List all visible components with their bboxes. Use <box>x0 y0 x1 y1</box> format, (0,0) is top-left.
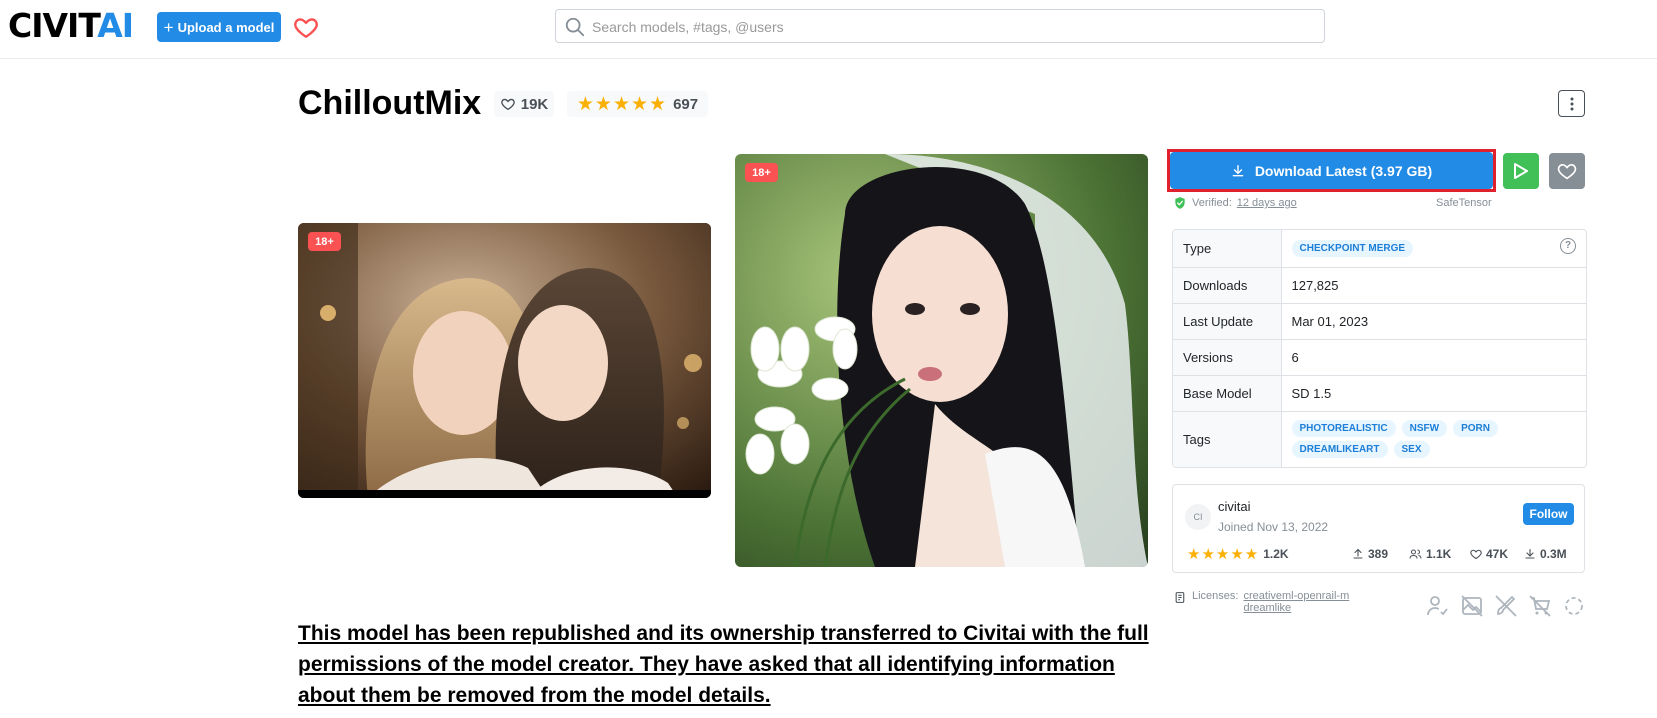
run-model-button[interactable] <box>1503 153 1539 189</box>
brush-off-icon[interactable] <box>1494 594 1518 618</box>
creator-rating-count: 1.2K <box>1263 547 1289 561</box>
creator-downloads-count: 0.3M <box>1540 547 1567 561</box>
users-icon <box>1409 548 1422 560</box>
logo-text-left: CIVIT <box>8 6 98 45</box>
details-value: CHECKPOINT MERGE ? <box>1281 230 1586 268</box>
license-link[interactable]: dreamlike <box>1243 602 1291 614</box>
licenses-label: Licenses: <box>1192 590 1239 602</box>
favorite-button[interactable] <box>1549 153 1585 189</box>
creator-downloads: 0.3M <box>1524 547 1567 561</box>
details-label: Type <box>1173 230 1282 268</box>
dots-vertical-icon <box>1570 97 1574 111</box>
model-details-table: Type CHECKPOINT MERGE ? Downloads 127,82… <box>1172 229 1587 468</box>
verified-label: Verified: <box>1192 197 1232 209</box>
download-icon <box>1524 548 1536 560</box>
creator-uploads: 389 <box>1352 547 1388 561</box>
heart-icon[interactable] <box>292 14 320 40</box>
details-value: SD 1.5 <box>1281 375 1586 412</box>
details-value: Mar 01, 2023 <box>1281 303 1586 340</box>
creator-uploads-count: 389 <box>1368 547 1389 561</box>
details-label: Base Model <box>1173 375 1282 412</box>
nsfw-badge: 18+ <box>308 232 341 251</box>
upload-model-label: Upload a model <box>177 19 275 35</box>
nsfw-badge: 18+ <box>745 163 778 182</box>
search-bar[interactable] <box>555 9 1325 43</box>
logo-text-right: AI <box>97 6 134 45</box>
likes-count: 19K <box>520 95 549 113</box>
play-icon <box>1513 162 1529 180</box>
verified-status: Verified: 12 days ago <box>1173 196 1297 210</box>
creator-stats: ★★★★★ 1.2K 389 1.1K 47K 0.3M <box>1187 545 1577 565</box>
details-value: 6 <box>1281 339 1586 376</box>
details-row-tags: Tags PHOTOREALISTIC NSFW PORN DREAMLIKEART S… <box>1173 411 1586 467</box>
tag-pill[interactable]: SEX <box>1393 441 1430 459</box>
likes-badge: 19K <box>494 91 554 117</box>
download-highlight-outline <box>1167 149 1496 192</box>
shopping-cart-off-icon[interactable] <box>1528 594 1552 618</box>
civitai-logo[interactable]: CIVITAI <box>8 9 134 42</box>
rating-badge[interactable]: ★★★★★ 697 <box>567 91 708 117</box>
search-icon <box>564 16 586 38</box>
verified-date-link[interactable]: 12 days ago <box>1237 197 1297 209</box>
details-label: Tags <box>1173 411 1282 467</box>
file-format-label: SafeTensor <box>1436 197 1492 209</box>
creator-card: CI civitai Joined Nov 13, 2022 Follow ★★… <box>1172 484 1585 573</box>
photo-off-icon[interactable] <box>1460 594 1484 618</box>
heart-outline-icon <box>1557 162 1577 180</box>
details-label: Last Update <box>1173 303 1282 340</box>
upload-icon <box>1352 548 1364 560</box>
creator-followers-count: 1.1K <box>1426 547 1452 561</box>
license-icon <box>1174 591 1187 614</box>
follow-button[interactable]: Follow <box>1523 503 1574 525</box>
tag-pill[interactable]: DREAMLIKEART <box>1291 441 1388 459</box>
upload-model-button[interactable]: + Upload a model <box>157 12 281 42</box>
details-label: Versions <box>1173 339 1282 376</box>
model-image-1-picture <box>298 223 711 498</box>
model-image-2-picture <box>735 154 1148 567</box>
tag-pill[interactable]: PORN <box>1453 420 1499 438</box>
search-input[interactable] <box>590 16 1294 38</box>
help-circle-icon[interactable]: ? <box>1560 237 1576 254</box>
rating-stars-icon: ★★★★★ <box>1187 546 1260 563</box>
creator-joined-date: Joined Nov 13, 2022 <box>1218 520 1329 534</box>
creator-favorites: 47K <box>1470 547 1508 561</box>
licenses: Licenses: creativeml-openrail-m dreamlik… <box>1174 590 1349 614</box>
tag-pill[interactable]: PHOTOREALISTIC <box>1291 420 1396 438</box>
details-value: 127,825 <box>1281 267 1586 304</box>
plus-icon: + <box>163 17 174 37</box>
creator-name[interactable]: civitai <box>1218 499 1251 514</box>
model-image-1[interactable]: 18+ <box>298 223 711 498</box>
heart-outline-icon <box>1470 548 1482 560</box>
world-off-icon[interactable] <box>1562 594 1586 618</box>
creator-favorites-count: 47K <box>1486 547 1509 561</box>
details-row-base-model: Base Model SD 1.5 <box>1173 375 1586 412</box>
more-options-button[interactable] <box>1558 90 1585 117</box>
rating-count: 697 <box>673 95 699 113</box>
top-bar: CIVITAI + Upload a model <box>0 0 1657 59</box>
details-row-downloads: Downloads 127,825 <box>1173 267 1586 304</box>
license-link[interactable]: creativeml-openrail-m <box>1243 590 1349 602</box>
user-check-icon[interactable] <box>1426 594 1450 618</box>
shield-check-icon <box>1173 196 1187 210</box>
details-tags: PHOTOREALISTIC NSFW PORN DREAMLIKEART SEX <box>1281 411 1586 467</box>
creator-rating: ★★★★★ 1.2K <box>1187 545 1289 563</box>
details-row-versions: Versions 6 <box>1173 339 1586 376</box>
creator-followers: 1.1K <box>1409 547 1451 561</box>
details-label: Downloads <box>1173 267 1282 304</box>
heart-outline-icon <box>500 96 516 112</box>
model-image-2[interactable]: 18+ <box>735 154 1148 567</box>
details-row-last-update: Last Update Mar 01, 2023 <box>1173 303 1586 340</box>
details-row-type: Type CHECKPOINT MERGE ? <box>1173 230 1586 268</box>
ownership-notice: This model has been republished and its … <box>298 622 1149 707</box>
tag-pill[interactable]: NSFW <box>1401 420 1448 438</box>
type-badge: CHECKPOINT MERGE <box>1291 239 1414 257</box>
model-title: ChilloutMix <box>298 84 482 122</box>
license-permission-icons <box>1426 594 1586 618</box>
avatar[interactable]: CI <box>1185 504 1211 530</box>
rating-stars-icon: ★★★★★ <box>576 93 668 115</box>
